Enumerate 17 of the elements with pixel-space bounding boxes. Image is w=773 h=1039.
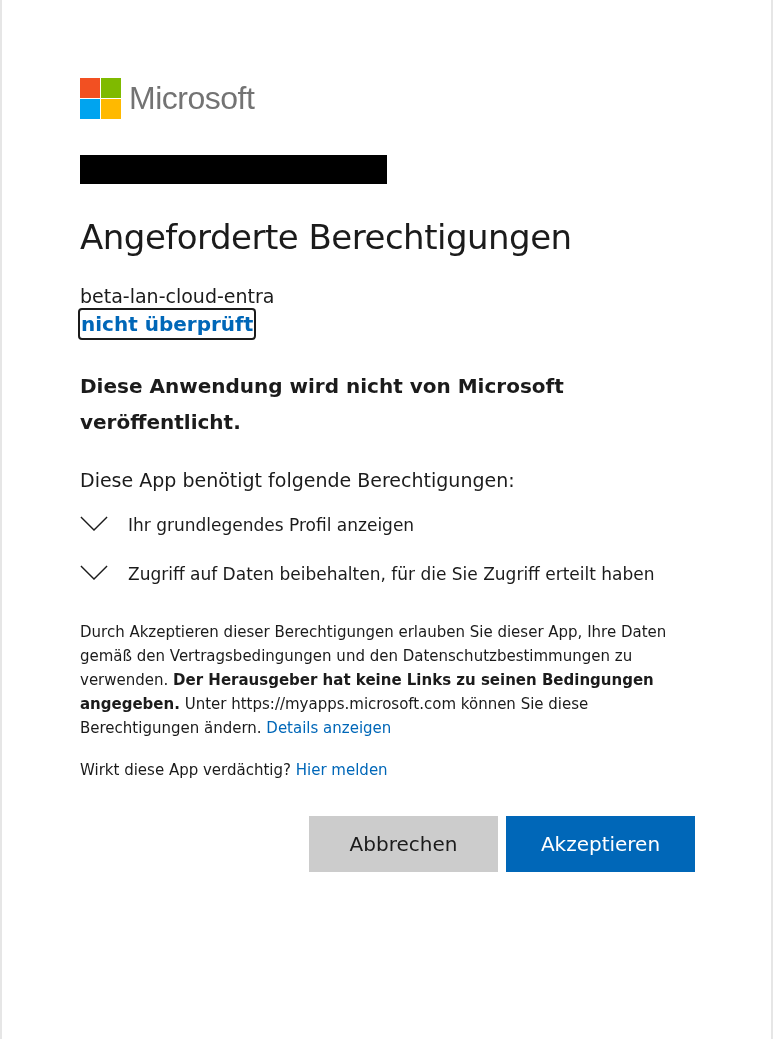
chevron-down-icon[interactable] — [80, 565, 108, 580]
permission-item[interactable]: Ihr grundlegendes Profil anzeigen — [128, 508, 415, 543]
verification-link[interactable]: nicht überprüft — [78, 308, 257, 340]
publisher-notice: Diese Anwendung wird nicht von Microsoft veröffentlicht. — [80, 373, 565, 436]
app-name: beta-lan-cloud-entra — [80, 284, 276, 308]
report-text: Wirkt diese App verdächtig? Hier melden — [80, 760, 389, 781]
details-link[interactable]: Details anzeigen — [266, 719, 392, 737]
logo-wordmark: Microsoft — [129, 80, 255, 117]
chevron-down-icon[interactable] — [80, 516, 108, 531]
logo-icon — [80, 78, 121, 119]
permission-item[interactable]: Zugriff auf Daten beibehalten, für die Sie Zugriff erteilt haben — [128, 557, 655, 592]
page-title: Angeforderte Berechtigungen — [80, 216, 573, 259]
accept-button[interactable]: Akzeptieren — [506, 816, 695, 872]
permissions-heading: Diese App benötigt folgende Berechtigungen: — [80, 468, 516, 493]
report-link[interactable]: Hier melden — [295, 761, 388, 779]
consent-text: Durch Akzeptieren dieser Berechtigungen erlauben Sie dieser App, Ihre Daten gemäß den Vertragsbedingungen und den Datenschutzbestimmungen zu verwenden. Der Herausgeber hat keine Links zu seinen Bedingungen angegeben. Unter https://myapps.microsoft.com können Sie diese Berechtigungen ändern. Details anzeigen — [80, 622, 668, 739]
cancel-button[interactable]: Abbrechen — [309, 816, 498, 872]
